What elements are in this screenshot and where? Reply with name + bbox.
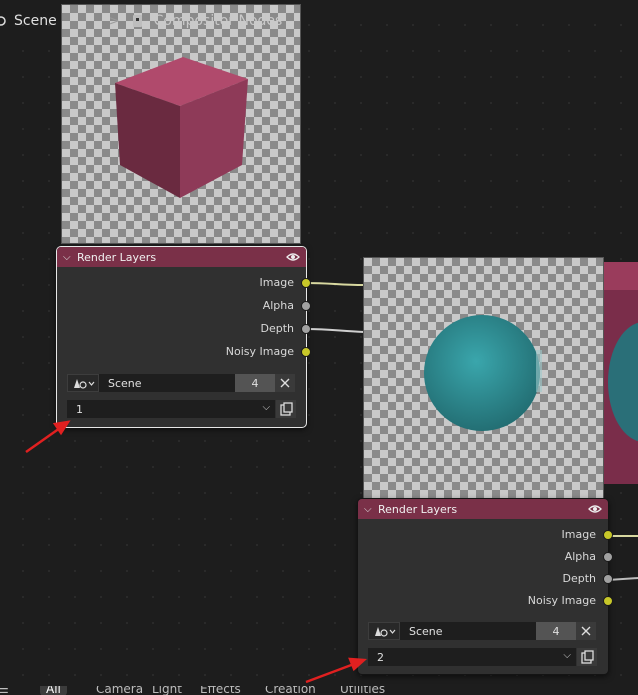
arrow-annotation bbox=[25, 420, 368, 684]
